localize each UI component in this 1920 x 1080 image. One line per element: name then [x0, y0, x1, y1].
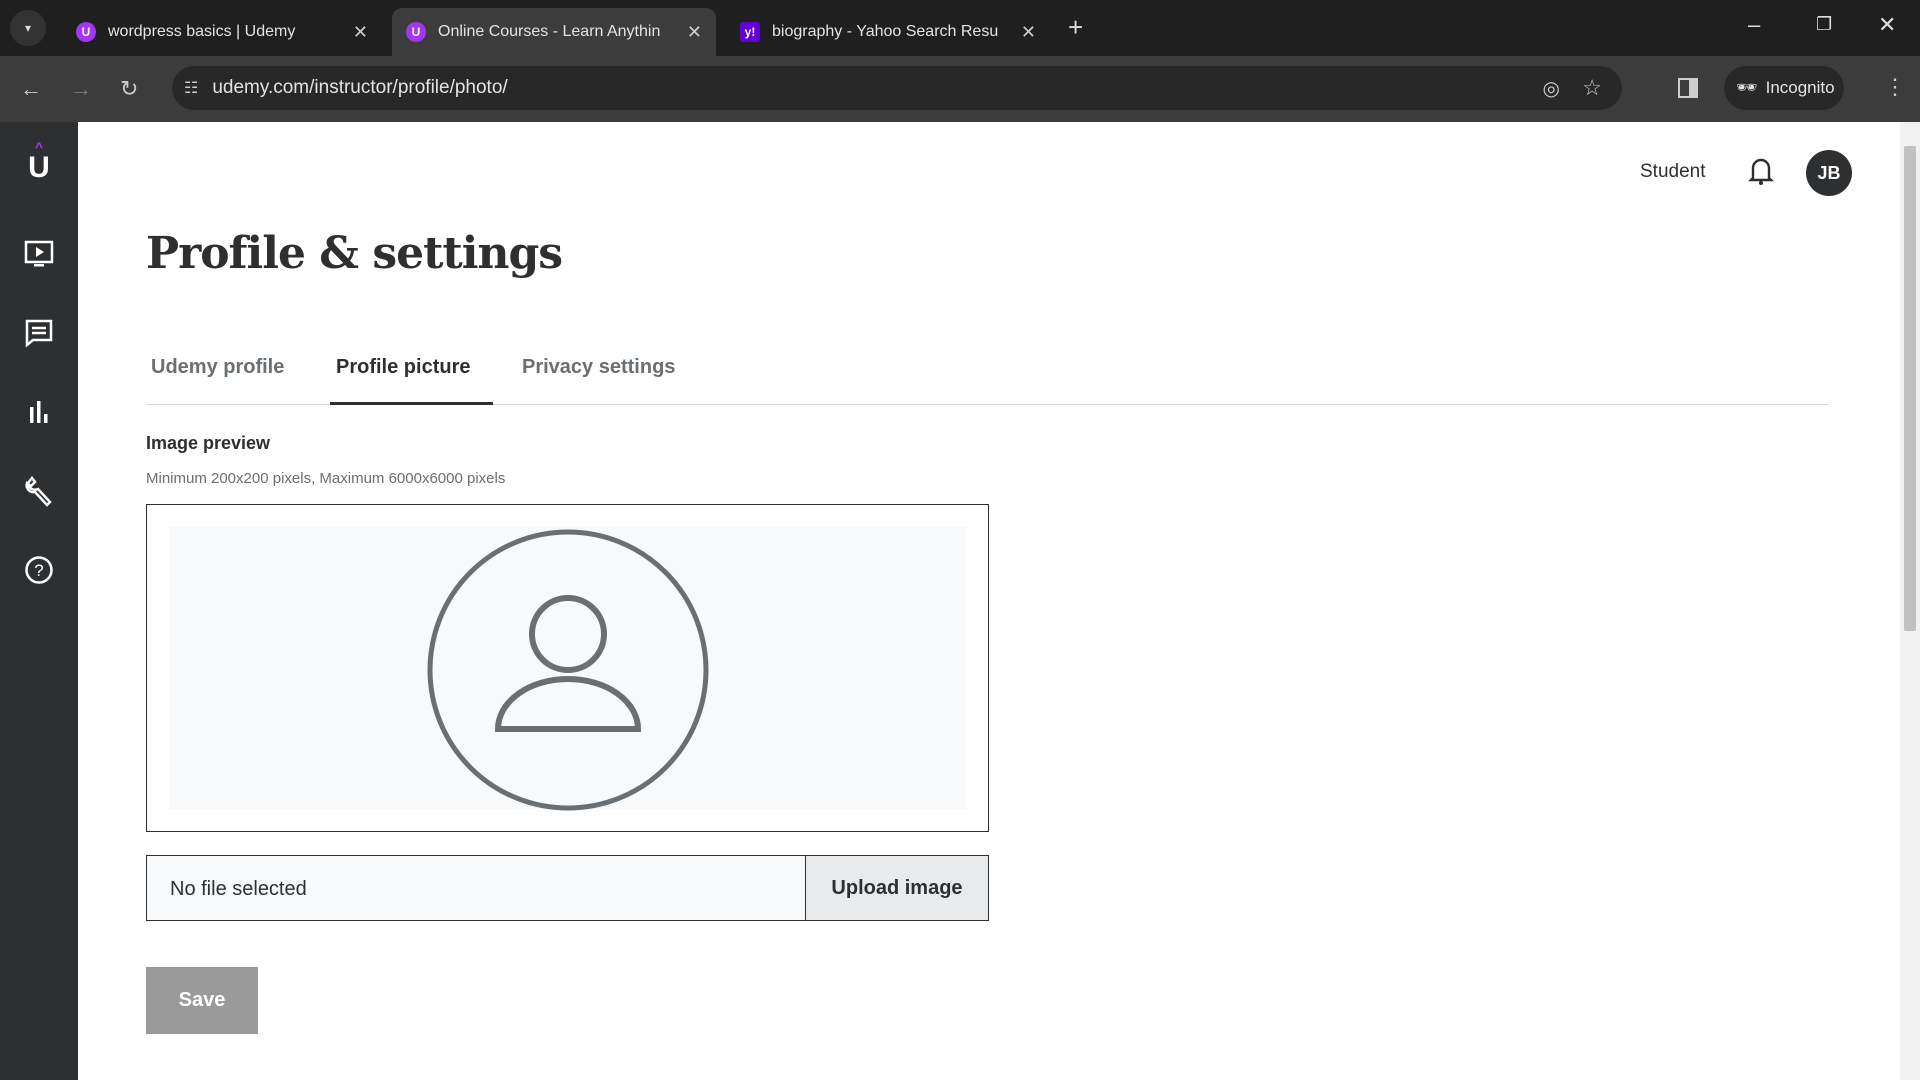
- close-window-icon[interactable]: ✕: [1878, 12, 1896, 38]
- scrollbar[interactable]: [1900, 122, 1920, 1080]
- tab-title: biography - Yahoo Search Resu: [772, 23, 999, 40]
- file-status: No file selected: [170, 878, 307, 900]
- browser-tab-bar: ▾ Uwordpress basics | Udemy ✕ U Online Cou…: [0, 0, 1920, 56]
- file-input[interactable]: No file selected Upload image: [146, 855, 989, 921]
- performance-icon[interactable]: [19, 392, 59, 432]
- tab-udemy-profile[interactable]: Udemy profile: [151, 356, 284, 379]
- tab-privacy-settings[interactable]: Privacy settings: [522, 356, 675, 379]
- image-preview-label: Image preview: [146, 433, 271, 453]
- incognito-icon: 🕶: [1736, 78, 1758, 97]
- tools-icon[interactable]: [19, 471, 59, 511]
- default-user-avatar-icon: [427, 529, 709, 811]
- browser-tab-active[interactable]: U Online Courses - Learn Anythin ✕: [392, 8, 716, 56]
- browser-toolbar: ← → ↻ ☷ udemy.com/instructor/profile/pho…: [0, 56, 1920, 122]
- upload-image-button[interactable]: Upload image: [805, 856, 988, 920]
- udemy-logo[interactable]: ^ U: [19, 140, 59, 184]
- sidebar: ^ U ?: [0, 122, 78, 1080]
- bookmark-star-icon[interactable]: ☆: [1582, 75, 1602, 101]
- new-tab-icon[interactable]: +: [1068, 12, 1083, 43]
- close-tab-icon[interactable]: ✕: [1021, 22, 1036, 43]
- browser-tab[interactable]: y! biography - Yahoo Search Resu ✕: [726, 8, 1050, 56]
- udemy-favicon-icon: U: [406, 22, 426, 42]
- notification-bell-icon[interactable]: [1748, 156, 1774, 191]
- forward-icon[interactable]: →: [70, 76, 92, 102]
- browser-menu-icon[interactable]: ⋮: [1884, 74, 1906, 100]
- udemy-favicon-icon: U: [76, 22, 96, 42]
- browser-tab[interactable]: Uwordpress basics | Udemy ✕: [62, 8, 382, 56]
- url-text[interactable]: udemy.com/instructor/profile/photo/: [212, 77, 507, 99]
- page-title: Profile & settings: [146, 228, 563, 279]
- image-size-hint: Minimum 200x200 pixels, Maximum 6000x600…: [146, 470, 506, 487]
- tab-profile-picture[interactable]: Profile picture: [336, 356, 470, 379]
- reload-icon[interactable]: ↻: [120, 76, 138, 102]
- close-tab-icon[interactable]: ✕: [353, 22, 368, 43]
- back-icon[interactable]: ←: [20, 76, 42, 102]
- help-icon[interactable]: ?: [19, 550, 59, 590]
- courses-icon[interactable]: [19, 234, 59, 274]
- image-preview-box: [146, 504, 989, 832]
- student-link[interactable]: Student: [1640, 161, 1706, 183]
- incognito-label: Incognito: [1765, 78, 1835, 97]
- save-button[interactable]: Save: [146, 967, 258, 1034]
- minimize-icon[interactable]: –: [1748, 12, 1760, 38]
- restore-icon[interactable]: ❐: [1816, 14, 1832, 35]
- scrollbar-thumb[interactable]: [1904, 146, 1916, 631]
- eye-off-icon[interactable]: ◎: [1543, 76, 1560, 101]
- svg-text:?: ?: [34, 561, 43, 580]
- active-tab-indicator: [330, 402, 493, 405]
- side-panel-icon[interactable]: [1678, 78, 1698, 98]
- yahoo-favicon-icon: y!: [740, 22, 760, 42]
- tab-search-button[interactable]: ▾: [10, 10, 46, 46]
- site-info-icon[interactable]: ☷: [184, 78, 198, 98]
- address-bar[interactable]: ☷ udemy.com/instructor/profile/photo/ ◎ …: [172, 66, 1622, 110]
- close-tab-icon[interactable]: ✕: [687, 22, 702, 43]
- avatar[interactable]: JB: [1806, 150, 1852, 196]
- tab-title: wordpress basics | Udemy: [108, 23, 296, 40]
- communication-icon[interactable]: [19, 313, 59, 353]
- tab-title: Online Courses - Learn Anythin: [438, 23, 661, 40]
- incognito-badge[interactable]: 🕶 Incognito: [1724, 66, 1844, 110]
